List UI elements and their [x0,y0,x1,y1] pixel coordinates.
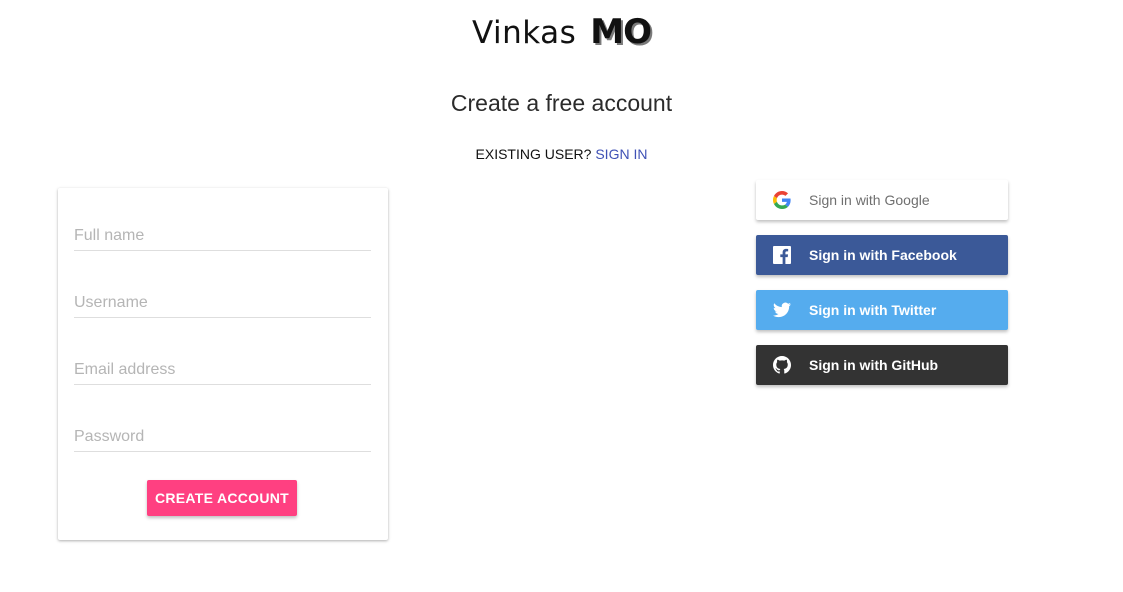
github-icon [772,355,792,375]
google-signin-button[interactable]: Sign in with Google [756,180,1008,220]
existing-user-line: EXISTING USER? SIGN IN [0,146,1123,162]
full-name-input[interactable] [74,224,371,248]
github-signin-button[interactable]: Sign in with GitHub [756,345,1008,385]
facebook-icon [772,245,792,265]
logo-group: Vinkas MO [471,12,652,52]
logo: Vinkas MO [0,12,1123,56]
twitter-icon [772,300,792,320]
github-signin-label: Sign in with GitHub [809,357,939,373]
password-input[interactable] [74,425,371,449]
page-title: Create a free account [450,90,673,116]
create-account-button[interactable]: CREATE ACCOUNT [147,480,297,516]
logo-wordmark: Vinkas [471,15,577,51]
full-name-field [74,224,371,251]
sign-in-link[interactable]: SIGN IN [595,146,647,162]
email-field [74,358,371,385]
email-input[interactable] [74,358,371,382]
signup-form-card: CREATE ACCOUNT [58,188,388,540]
username-field [74,291,371,318]
existing-user-prompt: EXISTING USER? [475,146,592,162]
google-icon [772,190,792,210]
google-signin-label: Sign in with Google [809,192,930,208]
twitter-signin-button[interactable]: Sign in with Twitter [756,290,1008,330]
facebook-signin-label: Sign in with Facebook [809,247,957,263]
twitter-signin-label: Sign in with Twitter [809,302,937,318]
facebook-signin-button[interactable]: Sign in with Facebook [756,235,1008,275]
logo-mark: MO [590,12,652,52]
signup-page: Vinkas MO Create a free account EXISTING… [0,0,1123,592]
password-field [74,425,371,452]
username-input[interactable] [74,291,371,315]
